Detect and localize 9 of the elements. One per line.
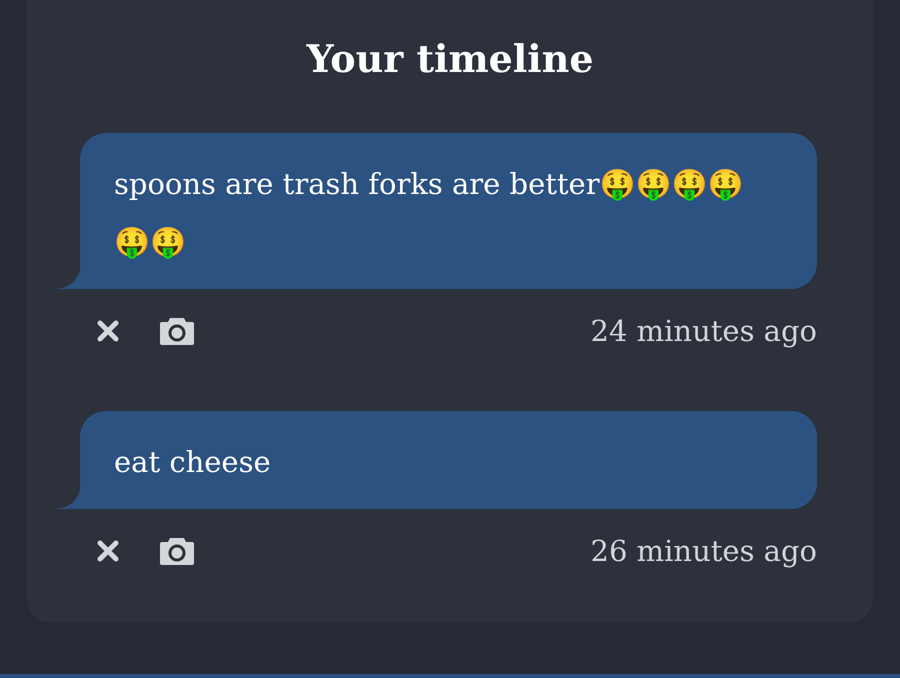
timeline-title: Your timeline: [305, 36, 595, 81]
message-text: spoons are trash forks are better🤑🤑🤑🤑🤑🤑: [114, 167, 744, 259]
close-icon[interactable]: [95, 538, 121, 564]
close-icon[interactable]: [95, 318, 121, 344]
timestamp: 24 minutes ago: [590, 314, 817, 348]
message-text: eat cheese: [114, 445, 271, 479]
camera-icon[interactable]: [159, 536, 195, 566]
camera-icon[interactable]: [159, 316, 195, 346]
timestamp: 26 minutes ago: [590, 534, 817, 568]
